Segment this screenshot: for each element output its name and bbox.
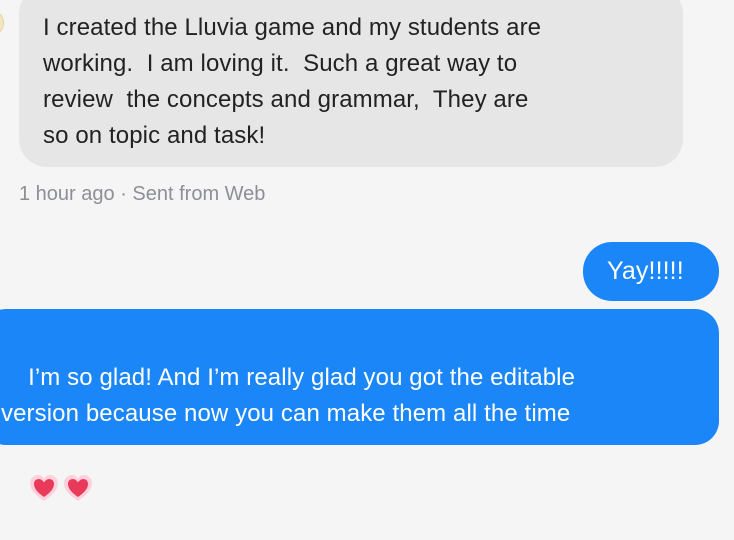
- heart-icon: [30, 474, 59, 501]
- message-timestamp: 1 hour ago · Sent from Web: [19, 183, 266, 205]
- outgoing-message-bubble: Yay!!!!!: [583, 242, 719, 301]
- avatar: [0, 10, 4, 36]
- outgoing-message-bubble: I’m so glad! And I’m really glad you got…: [0, 309, 719, 501]
- message-text: I’m so glad! And I’m really glad you got…: [1, 364, 576, 427]
- heart-icon: [64, 474, 93, 501]
- message-thread: I created the Lluvia game and my student…: [0, 0, 734, 501]
- incoming-message-bubble: I created the Lluvia game and my student…: [19, 0, 683, 167]
- emoji-row: [28, 473, 94, 503]
